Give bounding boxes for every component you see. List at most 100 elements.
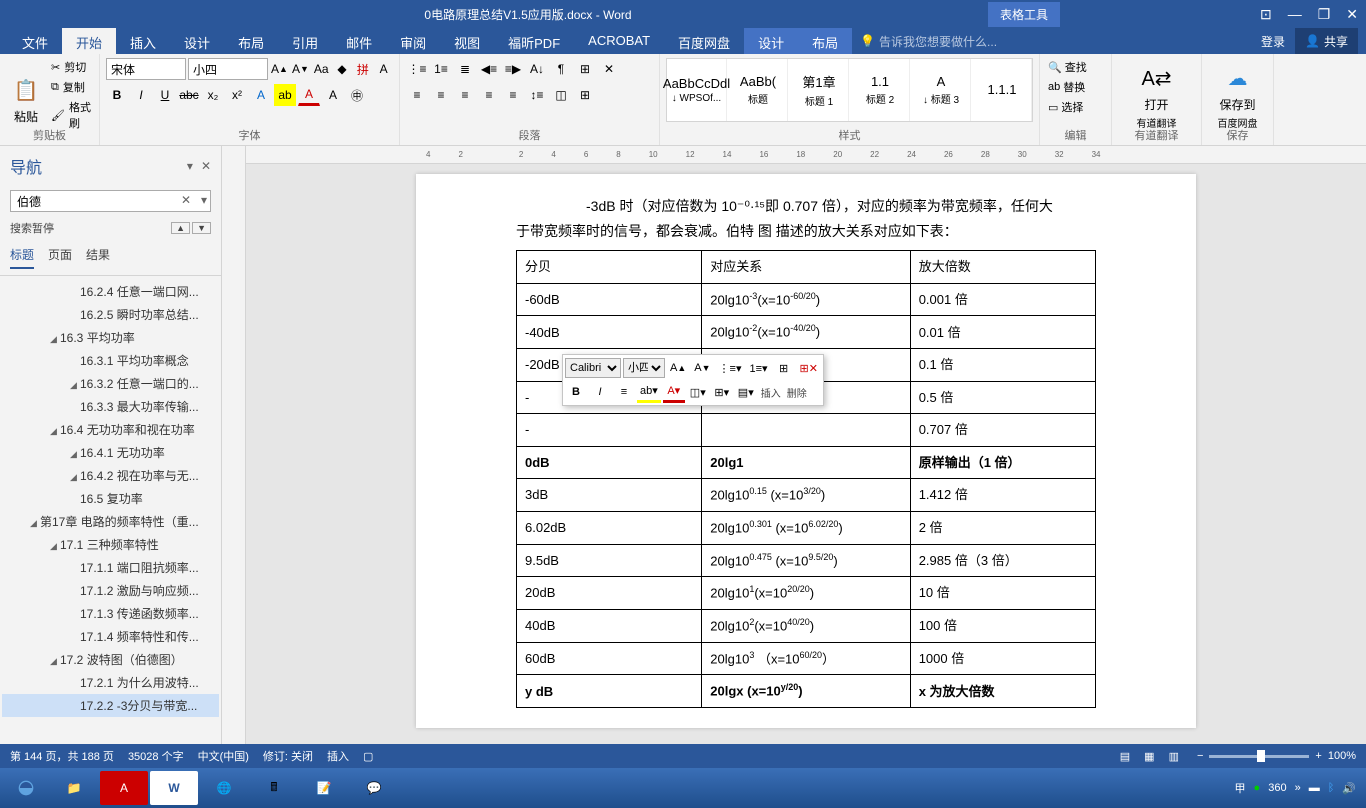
account-button[interactable]: 登录 (1251, 28, 1295, 54)
zoom-in-button[interactable]: + (1315, 750, 1321, 762)
select-button[interactable]: ▭选择 (1046, 98, 1105, 116)
nav-tree-node[interactable]: ◢16.3 平均功率 (2, 326, 219, 349)
indent-inc-button[interactable]: ≡▶ (502, 58, 524, 80)
tab-insert[interactable]: 插入 (116, 28, 170, 54)
mini-size-select[interactable]: 小四 (623, 358, 665, 378)
table-cell[interactable]: 0.5 倍 (910, 381, 1095, 413)
nav-close-button[interactable]: ✕ (201, 159, 211, 173)
table-cell[interactable]: 0dB (517, 446, 702, 478)
copy-button[interactable]: ⧉复制 (50, 78, 93, 96)
print-layout-button[interactable]: ▦ (1140, 748, 1158, 765)
nav-tree-node[interactable]: 17.1.4 频率特性和传... (2, 625, 219, 648)
nav-next-button[interactable]: ▼ (192, 222, 211, 234)
table-row[interactable]: 20dB20lg101(x=1020/20)10 倍 (517, 577, 1096, 610)
tab-references[interactable]: 引用 (278, 28, 332, 54)
start-button[interactable] (4, 771, 48, 805)
taskbar-sticky[interactable]: 📝 (300, 771, 348, 805)
mini-table-insert[interactable]: ⊞ (773, 357, 795, 379)
replace-button[interactable]: ab替换 (1046, 78, 1105, 96)
style-item[interactable]: AaBbCcDdl↓ WPSOf... (667, 59, 727, 121)
vertical-ruler[interactable] (222, 146, 246, 744)
nav-tab-headings[interactable]: 标题 (10, 246, 34, 269)
strike-button[interactable]: abc (178, 84, 200, 106)
font-name-select[interactable] (106, 58, 186, 80)
tell-me-search[interactable]: 💡告诉我您想要做什么... (852, 28, 1251, 54)
nav-tree-node[interactable]: 16.3.3 最大功率传输... (2, 395, 219, 418)
tab-design[interactable]: 设计 (170, 28, 224, 54)
track-changes-status[interactable]: 修订: 关闭 (263, 748, 313, 764)
save-baidu-button[interactable]: ☁ 保存到 百度网盘 (1208, 58, 1267, 134)
table-cell[interactable]: 20dB (517, 577, 702, 610)
table-cell[interactable]: 0.01 倍 (910, 316, 1095, 349)
font-size-select[interactable] (188, 58, 268, 80)
nav-tree[interactable]: 16.2.4 任意一端口网...16.2.5 瞬时功率总结...◢16.3 平均… (0, 276, 221, 744)
style-item[interactable]: A↓ 标题 3 (912, 59, 971, 121)
tab-review[interactable]: 审阅 (386, 28, 440, 54)
tab-home[interactable]: 开始 (62, 28, 116, 54)
shading-button[interactable]: ◫ (550, 84, 572, 106)
youdao-open-button[interactable]: A⇄ 打开 有道翻译 (1118, 58, 1195, 134)
minimize-button[interactable]: — (1288, 6, 1302, 23)
close-button[interactable]: ✕ (1346, 6, 1358, 23)
mini-table-delete[interactable]: ⊞✕ (797, 357, 821, 379)
horizontal-ruler[interactable]: 42246810121416182022242628303234 (246, 146, 1366, 164)
nav-tab-results[interactable]: 结果 (86, 246, 110, 269)
multilevel-button[interactable]: ≣ (454, 58, 476, 80)
table-cell[interactable]: 100 倍 (910, 609, 1095, 642)
table-cell[interactable]: 1.412 倍 (910, 479, 1095, 512)
change-case-button[interactable]: Aa (312, 58, 331, 80)
borders-button[interactable]: ⊞ (574, 84, 596, 106)
table-cell[interactable]: 20lg100.301 (x=106.02/20) (702, 511, 910, 544)
table-header-cell[interactable]: 对应关系 (702, 251, 910, 283)
nav-tree-node[interactable]: ◢16.4.2 视在功率与无... (2, 464, 219, 487)
zoom-level[interactable]: 100% (1328, 750, 1356, 762)
nav-tree-node[interactable]: 17.1.1 端口阻抗频率... (2, 556, 219, 579)
table-cell[interactable]: x 为放大倍数 (910, 675, 1095, 708)
tab-table-design[interactable]: 设计 (744, 28, 798, 54)
table-cell[interactable]: 2 倍 (910, 511, 1095, 544)
table-cell[interactable]: 20lg10-3(x=10-60/20) (702, 283, 910, 316)
table-cell[interactable]: 20lgx (x=10y/20) (702, 675, 910, 708)
nav-tree-node[interactable]: ◢17.2 波特图（伯德图） (2, 648, 219, 671)
nav-search-options-icon[interactable]: ▾ (201, 193, 207, 207)
tray-expand-icon[interactable]: » (1295, 782, 1301, 794)
share-button[interactable]: 👤共享 (1295, 28, 1358, 54)
table-cell[interactable]: 20lg100.15 (x=103/20) (702, 479, 910, 512)
mini-styles[interactable]: ▤▾ (735, 381, 757, 403)
table-cell[interactable]: 20lg1 (702, 446, 910, 478)
mini-shrink-font[interactable]: A▼ (691, 357, 713, 379)
subscript-button[interactable]: x₂ (202, 84, 224, 106)
nav-tree-node[interactable]: ◢16.3.2 任意一端口的... (2, 372, 219, 395)
ribbon-options-icon[interactable]: ⊡ (1260, 6, 1272, 23)
table-cell[interactable]: -40dB (517, 316, 702, 349)
table-cell[interactable]: 20lg10-2(x=10-40/20) (702, 316, 910, 349)
table-row[interactable]: -0.707 倍 (517, 414, 1096, 446)
table-cell[interactable]: 9.5dB (517, 544, 702, 577)
table-cell[interactable]: 20lg101(x=1020/20) (702, 577, 910, 610)
tab-foxit[interactable]: 福昕PDF (494, 28, 574, 54)
table-row[interactable]: 9.5dB20lg100.475 (x=109.5/20)2.985 倍（3 倍… (517, 544, 1096, 577)
nav-tree-node[interactable]: 16.5 复功率 (2, 487, 219, 510)
taskbar-pdf[interactable]: A (100, 771, 148, 805)
table-cell[interactable]: 1000 倍 (910, 642, 1095, 675)
mini-italic[interactable]: I (589, 381, 611, 403)
table-row[interactable]: y dB20lgx (x=10y/20)x 为放大倍数 (517, 675, 1096, 708)
numbering-button[interactable]: 1≡ (430, 58, 452, 80)
ltr-button[interactable]: ✕ (598, 58, 620, 80)
sort-button[interactable]: A↓ (526, 58, 548, 80)
table-cell[interactable]: -60dB (517, 283, 702, 316)
line-spacing-button[interactable]: ↕≡ (526, 84, 548, 106)
nav-tree-node[interactable]: 17.1.2 激励与响应频... (2, 579, 219, 602)
table-header-cell[interactable]: 分贝 (517, 251, 702, 283)
table-cell[interactable]: 60dB (517, 642, 702, 675)
align-center-button[interactable]: ≡ (430, 84, 452, 106)
nav-tree-node[interactable]: 16.3.1 平均功率概念 (2, 349, 219, 372)
record-macro-icon[interactable]: ▢ (363, 750, 373, 763)
tab-view[interactable]: 视图 (440, 28, 494, 54)
mini-font-color[interactable]: A▾ (663, 381, 685, 403)
table-row[interactable]: -40dB20lg10-2(x=10-40/20)0.01 倍 (517, 316, 1096, 349)
style-item[interactable]: 1.1标题 2 (851, 59, 910, 121)
table-cell[interactable]: 0.001 倍 (910, 283, 1095, 316)
nav-tab-pages[interactable]: 页面 (48, 246, 72, 269)
find-button[interactable]: 🔍查找 (1046, 58, 1105, 76)
